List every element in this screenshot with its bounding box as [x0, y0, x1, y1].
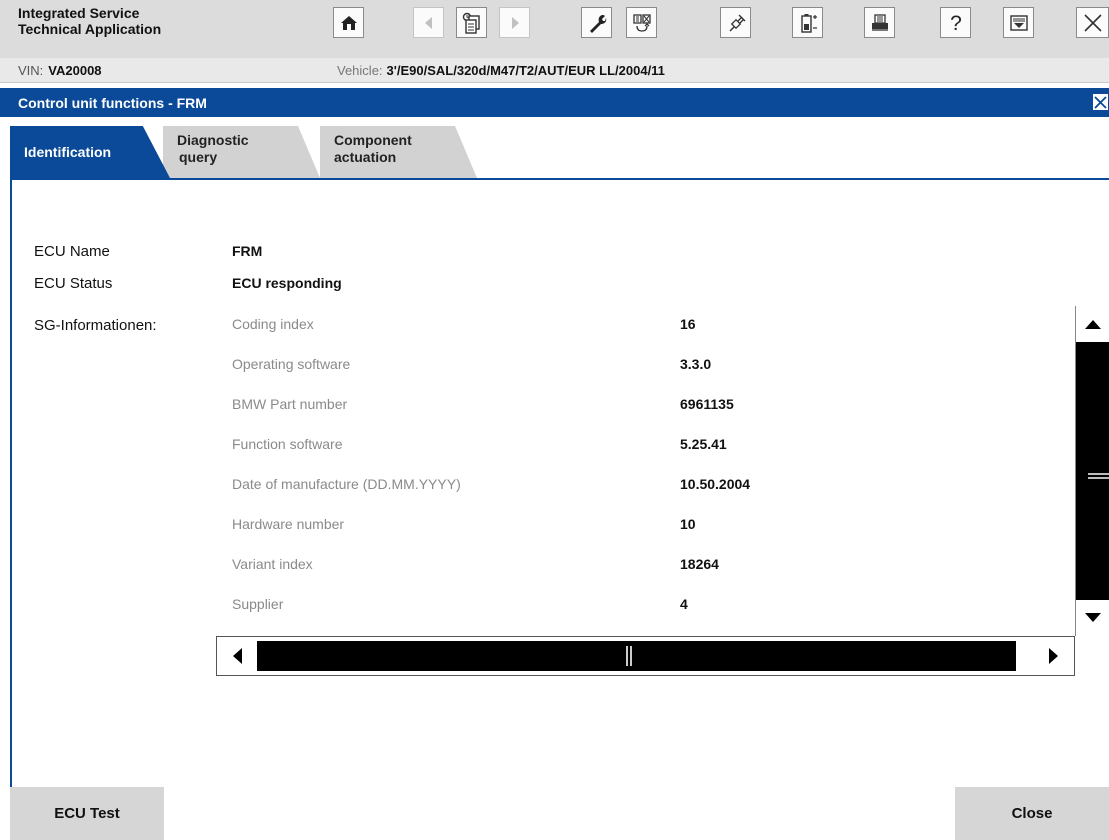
table-row: Coding index 16 — [232, 306, 1075, 346]
tab-label: Identification — [24, 144, 112, 160]
sg-key: BMW Part number — [232, 396, 348, 412]
sg-value: 18264 — [680, 556, 719, 572]
forward-button[interactable] — [499, 7, 530, 38]
tab-diagnostic-query[interactable]: Diagnostic query — [163, 126, 320, 178]
close-button[interactable]: Close — [955, 787, 1109, 840]
scroll-up-button[interactable] — [1076, 306, 1109, 342]
app-header: Integrated Service Technical Application — [0, 0, 1109, 58]
connection-icon — [729, 14, 745, 31]
module-title: Control unit functions - FRM — [18, 95, 207, 111]
sg-value: 10.50.2004 — [680, 476, 751, 492]
connection-button[interactable] — [720, 7, 751, 38]
vehicle-info-bar: VIN: VA20008 Vehicle: 3'/E90/SAL/320d/M47/… — [0, 58, 1109, 83]
tab-label: Diagnostic — [177, 132, 249, 148]
tab-label: Component — [334, 132, 412, 148]
table-row: Operating software 3.3.0 — [232, 346, 1075, 386]
vehicle-value: 3'/E90/SAL/320d/M47/T2/AUT/EUR LL/2004/1… — [386, 63, 665, 78]
arrow-up-icon — [1084, 320, 1101, 329]
exit-button[interactable] — [1076, 7, 1109, 38]
documents-button[interactable] — [456, 7, 487, 38]
grip-icon — [1088, 473, 1109, 479]
tab-bar: Identification Diagnostic query Componen… — [0, 126, 1109, 178]
help-icon: ? — [950, 12, 962, 35]
battery-icon — [800, 13, 817, 33]
wrench-icon — [589, 14, 606, 33]
tab-component-actuation[interactable]: Component actuation — [320, 126, 477, 178]
ecu-test-button[interactable]: ECU Test — [10, 787, 164, 840]
vin-label: VIN: VA20008 — [18, 63, 102, 78]
app-title-line2: Technical Application — [18, 21, 162, 37]
help-button[interactable]: ? — [940, 7, 971, 38]
battery-button[interactable] — [792, 7, 823, 38]
sg-value: 3.3.0 — [680, 356, 712, 372]
sg-key: Hardware number — [232, 516, 345, 532]
table-row: Supplier 4 — [232, 586, 1075, 626]
tab-label-line2: actuation — [334, 149, 397, 165]
sg-key: Supplier — [232, 596, 284, 612]
scroll-down-button[interactable] — [1076, 600, 1109, 636]
svg-text:?: ? — [950, 12, 962, 35]
close-icon — [1094, 95, 1107, 109]
documents-icon — [462, 12, 480, 34]
vertical-scrollbar[interactable] — [1075, 306, 1109, 636]
scroll-left-button[interactable] — [217, 637, 257, 675]
sg-value: 4 — [680, 596, 688, 612]
table-row: Variant index 18264 — [232, 546, 1075, 586]
app-title-line1: Integrated Service — [18, 5, 140, 21]
switch-view-icon — [632, 13, 651, 32]
sg-key: Function software — [232, 436, 343, 452]
arrow-right-icon — [1049, 648, 1058, 664]
home-button[interactable] — [333, 7, 364, 38]
ecu-name-label: ECU Name — [34, 243, 110, 260]
arrow-down-icon — [1084, 613, 1101, 622]
close-icon — [1083, 13, 1102, 32]
sg-value: 6961135 — [680, 396, 734, 412]
sg-value: 10 — [680, 516, 696, 532]
sg-key: Variant index — [232, 556, 313, 572]
back-icon — [424, 16, 432, 29]
service-functions-button[interactable] — [581, 7, 612, 38]
tab-label-line2: query — [179, 149, 218, 165]
sg-key: Date of manufacture (DD.MM.YYYY) — [232, 476, 461, 492]
table-row: Date of manufacture (DD.MM.YYYY) 10.50.2… — [232, 466, 1075, 506]
vertical-scroll-thumb[interactable] — [1076, 342, 1109, 600]
table-row: Hardware number 10 — [232, 506, 1075, 546]
minimize-icon — [1009, 14, 1028, 31]
tab-identification[interactable]: Identification — [10, 126, 170, 178]
scroll-right-button[interactable] — [1034, 637, 1074, 675]
print-button[interactable] — [864, 7, 895, 38]
sg-info-table: Coding index 16 Operating software 3.3.0… — [232, 306, 1075, 636]
grip-icon — [626, 646, 632, 666]
table-row: BMW Part number 6961135 — [232, 386, 1075, 426]
module-close-button[interactable] — [1092, 93, 1109, 111]
ecu-status-label: ECU Status — [34, 275, 113, 292]
table-row: Function software 5.25.41 — [232, 426, 1075, 466]
module-title-bar: Control unit functions - FRM — [0, 88, 1109, 117]
ecu-status-value: ECU responding — [232, 275, 342, 291]
app-title: Integrated Service Technical Application — [18, 5, 161, 37]
sg-value: 5.25.41 — [680, 436, 727, 452]
home-icon — [340, 15, 357, 30]
arrow-left-icon — [233, 648, 242, 664]
forward-icon — [511, 16, 519, 29]
horizontal-scroll-thumb[interactable] — [257, 641, 1016, 671]
sg-info-label: SG-Informationen: — [34, 317, 157, 334]
vehicle-label: Vehicle: 3'/E90/SAL/320d/M47/T2/AUT/EUR L… — [337, 63, 665, 78]
ecu-name-value: FRM — [232, 243, 263, 259]
sg-key: Operating software — [232, 356, 351, 372]
sg-key: Coding index — [232, 316, 314, 332]
vin-value: VA20008 — [48, 63, 102, 78]
horizontal-scrollbar[interactable] — [216, 636, 1075, 676]
sg-value: 16 — [680, 316, 696, 332]
back-button[interactable] — [413, 7, 444, 38]
minimize-button[interactable] — [1003, 7, 1034, 38]
switch-view-button[interactable] — [626, 7, 657, 38]
print-icon — [871, 13, 888, 31]
